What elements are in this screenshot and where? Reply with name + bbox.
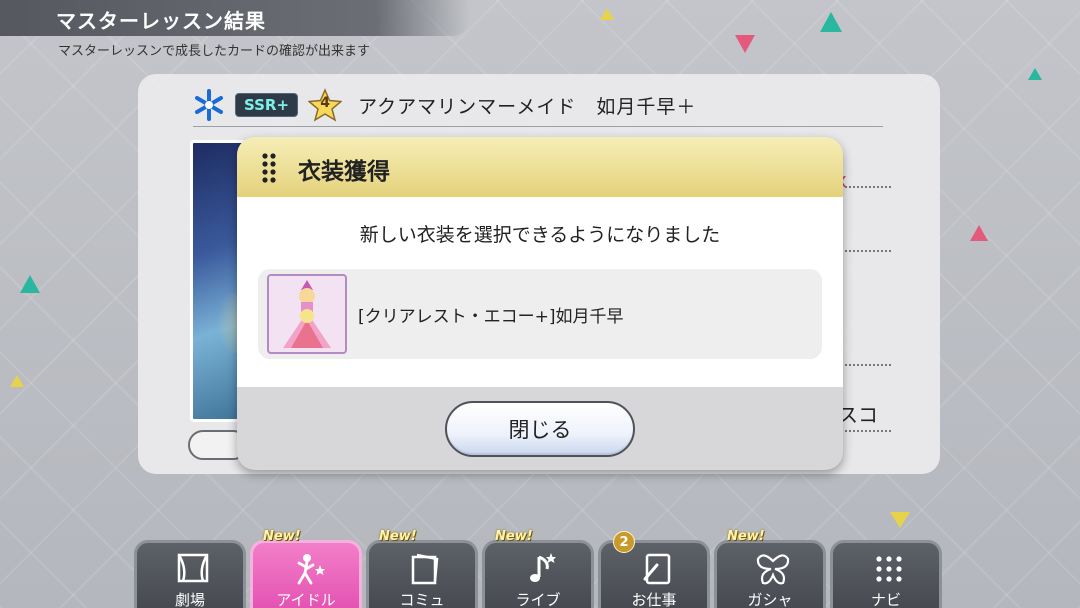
page-title: マスターレッスン結果 — [56, 9, 266, 33]
nav-tab-navi[interactable]: ナビ — [830, 540, 942, 608]
nav-tab-work[interactable]: 2 お仕事 — [598, 531, 710, 608]
dialog-header: 衣装獲得 — [237, 137, 843, 197]
costume-thumbnail — [267, 274, 347, 354]
snowflake-icon — [195, 89, 223, 121]
card-header: SSR+ 4 アクアマリンマーメイド 如月千早＋ — [193, 88, 696, 122]
new-badge: New! — [379, 529, 417, 544]
nav-label: ナビ — [870, 591, 901, 608]
confetti — [1028, 68, 1042, 80]
confetti — [10, 375, 24, 387]
side-text: スコ — [838, 403, 878, 427]
butterfly-icon — [756, 554, 790, 585]
dialog-body: 新しい衣装を選択できるようになりました [クリアレスト・エコー+]如月千早 — [237, 197, 843, 387]
grip-icon — [262, 153, 276, 183]
music-note-icon — [530, 553, 556, 582]
confetti — [735, 35, 755, 53]
new-badge: New! — [263, 529, 301, 544]
confetti — [970, 225, 988, 241]
rarity-badge: SSR+ — [235, 93, 299, 117]
costume-item: [クリアレスト・エコー+]如月千早 — [258, 269, 822, 359]
nav-label: コミュ — [399, 591, 445, 608]
nav-tab-live[interactable]: New! ライブ — [482, 529, 594, 608]
costume-name: [クリアレスト・エコー+]如月千早 — [358, 307, 624, 327]
rank-star: 4 — [307, 88, 343, 122]
confetti — [600, 8, 614, 20]
nav-tab-gacha[interactable]: New! ガシャ — [714, 529, 826, 608]
grid-icon — [876, 556, 902, 582]
nav-label: アイドル — [276, 591, 336, 608]
theater-icon — [177, 553, 209, 583]
notification-count-badge: 2 — [613, 531, 635, 553]
work-icon — [643, 553, 671, 585]
confetti — [820, 12, 842, 32]
costume-acquired-dialog: 衣装獲得 新しい衣装を選択できるようになりました [クリアレスト・エコー+]如月… — [237, 137, 843, 470]
nav-tab-commu[interactable]: New! コミュ — [366, 529, 478, 608]
divider — [193, 126, 883, 127]
confetti — [20, 275, 40, 293]
card-name: アクアマリンマーメイド 如月千早＋ — [358, 95, 697, 118]
nav-label: お仕事 — [631, 591, 677, 608]
nav-label: 劇場 — [174, 591, 205, 608]
nav-tab-idol[interactable]: New! アイドル — [250, 529, 362, 608]
nav-tab-theater[interactable]: 劇場 — [134, 540, 246, 608]
page-subtitle: マスターレッスンで成長したカードの確認が出来ます — [58, 44, 371, 59]
header-bar: マスターレッスン結果 — [0, 0, 470, 36]
new-badge: New! — [727, 529, 765, 544]
dialog-message: 新しい衣装を選択できるようになりました — [359, 224, 721, 246]
rank-number: 4 — [320, 95, 330, 111]
new-badge: New! — [495, 529, 533, 544]
costume-figure-icon — [283, 280, 331, 348]
close-button[interactable]: 閉じる — [445, 401, 635, 457]
confetti — [890, 512, 910, 528]
commu-icon — [411, 553, 439, 585]
nav-label: ガシャ — [747, 591, 793, 608]
dialog-title: 衣装獲得 — [298, 159, 390, 185]
nav-label: ライブ — [515, 591, 561, 608]
idol-icon — [297, 554, 325, 585]
